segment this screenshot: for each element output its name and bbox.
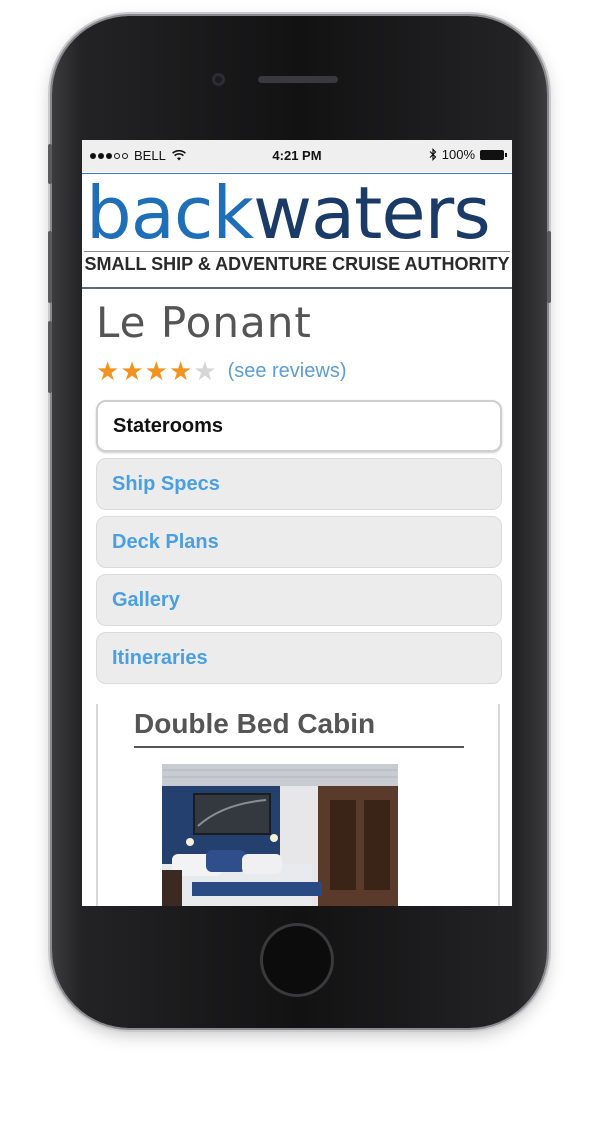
ship-tabs: Staterooms Ship Specs Deck Plans Gallery… bbox=[96, 400, 502, 690]
see-reviews-link[interactable]: (see reviews) bbox=[228, 360, 347, 383]
backwaters-logo[interactable]: backwaters bbox=[82, 177, 512, 249]
cabin-photo[interactable] bbox=[162, 764, 398, 906]
tab-staterooms[interactable]: Staterooms bbox=[96, 400, 502, 452]
staterooms-panel: Double Bed Cabin bbox=[96, 704, 500, 906]
mute-switch bbox=[48, 144, 52, 184]
tab-itineraries[interactable]: Itineraries bbox=[96, 632, 502, 684]
tagline-divider bbox=[84, 251, 510, 252]
site-tagline: SMALL SHIP & ADVENTURE CRUISE AUTHORITY bbox=[84, 254, 510, 274]
front-camera bbox=[212, 73, 225, 86]
star-filled-icon: ★ bbox=[168, 356, 193, 386]
star-filled-icon: ★ bbox=[96, 356, 120, 386]
tab-gallery[interactable]: Gallery bbox=[96, 574, 502, 626]
home-button[interactable] bbox=[260, 923, 334, 997]
tab-deck-plans[interactable]: Deck Plans bbox=[96, 516, 502, 568]
power-button bbox=[547, 231, 551, 303]
status-bar: BELL 4:21 PM 100% bbox=[82, 140, 512, 172]
star-rating: ★ ★ ★ ★ ★ (see reviews) bbox=[96, 358, 346, 384]
battery-percentage: 100% bbox=[441, 147, 475, 162]
page-title: Le Ponant bbox=[96, 298, 312, 347]
cabin-title: Double Bed Cabin bbox=[134, 708, 464, 748]
tab-ship-specs[interactable]: Ship Specs bbox=[96, 458, 502, 510]
volume-down-button bbox=[48, 321, 52, 393]
site-header: backwaters SMALL SHIP & ADVENTURE CRUISE… bbox=[82, 173, 512, 289]
volume-up-button bbox=[48, 231, 52, 303]
status-bar-right: 100% bbox=[429, 147, 507, 162]
star-filled-icon: ★ bbox=[144, 356, 168, 386]
star-filled-icon: ★ bbox=[120, 356, 144, 386]
phone-screen: BELL 4:21 PM 100% backwaters SMALL SHIP … bbox=[82, 140, 512, 906]
star-empty-icon: ★ bbox=[193, 356, 217, 386]
battery-icon bbox=[480, 149, 507, 160]
bluetooth-icon bbox=[429, 148, 437, 161]
earpiece-speaker bbox=[258, 76, 338, 83]
